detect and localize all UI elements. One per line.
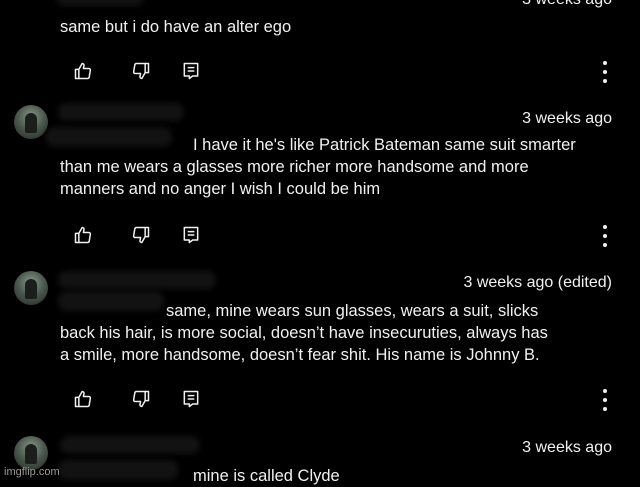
comment-actions	[72, 388, 612, 412]
reply-button[interactable]	[180, 388, 202, 410]
redacted-username	[62, 107, 180, 117]
watermark: imgflip.com	[4, 466, 60, 478]
thumbs-down-icon	[132, 226, 150, 244]
comment-timestamp: 3 weeks ago	[522, 439, 612, 456]
comment-text: I have it he's like Patrick Bateman same…	[60, 134, 620, 200]
comment-timestamp: 3 weeks ago	[522, 110, 612, 127]
comment-text-line: mine is called Clyde	[193, 467, 340, 485]
comment-timestamp: 3 weeks ago	[522, 0, 612, 9]
more-vertical-icon	[603, 225, 607, 229]
avatar[interactable]	[14, 105, 48, 139]
redacted-username	[62, 275, 212, 285]
dislike-button[interactable]	[130, 224, 152, 246]
comment-text-line: I have it he's like Patrick Bateman same…	[193, 136, 576, 154]
dislike-button[interactable]	[130, 388, 152, 410]
comment-text: mine is called Clyde	[60, 465, 620, 487]
avatar[interactable]	[14, 436, 48, 470]
comment-actions	[72, 60, 612, 84]
comment-text-line: back his hair, is more social, doesn’t h…	[60, 324, 548, 342]
dislike-button[interactable]	[130, 60, 152, 82]
comment-text: same but i do have an alter ego	[60, 16, 620, 38]
more-vertical-icon	[603, 389, 607, 393]
more-actions-button[interactable]	[598, 388, 612, 412]
comment-text: same, mine wears sun glasses, wears a su…	[60, 300, 620, 366]
thumbs-down-icon	[132, 62, 150, 80]
comment-text-line: than me wears a glasses more richer more…	[60, 158, 529, 176]
comment-text-line: manners and no anger I wish I could be h…	[60, 180, 381, 198]
more-vertical-icon	[603, 61, 607, 65]
avatar[interactable]	[14, 271, 48, 305]
comment-text-line: same but i do have an alter ego	[60, 18, 292, 36]
comment-timestamp: 3 weeks ago (edited)	[463, 274, 612, 291]
reply-button[interactable]	[180, 60, 202, 82]
reply-icon	[183, 390, 199, 408]
reply-icon	[183, 226, 199, 244]
like-button[interactable]	[72, 224, 94, 246]
redacted-username	[64, 440, 196, 450]
comment-actions	[72, 224, 612, 248]
redacted-username	[60, 0, 140, 2]
thumbs-up-icon	[74, 62, 92, 80]
reply-icon	[183, 62, 199, 80]
like-button[interactable]	[72, 60, 94, 82]
like-button[interactable]	[72, 388, 94, 410]
thumbs-up-icon	[74, 226, 92, 244]
more-actions-button[interactable]	[598, 224, 612, 248]
comment-text-line: a smile, more handsome, doesn’t fear shi…	[60, 346, 540, 364]
reply-button[interactable]	[180, 224, 202, 246]
thumbs-down-icon	[132, 390, 150, 408]
comment-text-line: same, mine wears sun glasses, wears a su…	[166, 302, 539, 320]
more-actions-button[interactable]	[598, 60, 612, 84]
thumbs-up-icon	[74, 390, 92, 408]
